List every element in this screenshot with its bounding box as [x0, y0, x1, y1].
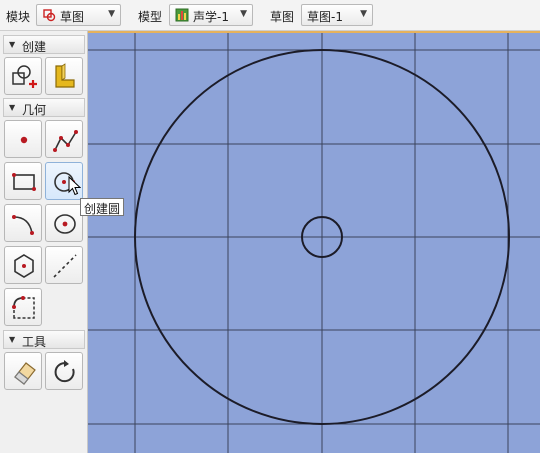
collapse-caret-icon: ▼ [9, 103, 16, 112]
construction-line-icon [53, 254, 77, 278]
top-toolbar: 模块 草图 ▼ 模型 声学-1 ▼ 草图 草图-1 ▼ [0, 0, 540, 31]
center-circle-tool-button[interactable] [45, 204, 83, 242]
section-header-geometry[interactable]: ▼ 几何 [3, 98, 85, 117]
center-circle-icon [54, 214, 76, 234]
module-label: 模块 [6, 10, 31, 24]
section-header-tools[interactable]: ▼ 工具 [3, 330, 85, 349]
sketch-select-value: 草图-1 [307, 10, 343, 24]
chevron-down-icon: ▼ [360, 9, 367, 19]
eraser-icon [14, 362, 36, 385]
sketch-label: 草图 [270, 10, 295, 24]
sketch-canvas[interactable] [88, 31, 540, 453]
chevron-down-icon: ▼ [240, 9, 247, 19]
point-tool-button[interactable] [4, 120, 42, 158]
fillet-tool-button[interactable] [4, 288, 42, 326]
arc-tool-button[interactable] [4, 204, 42, 242]
cursor-icon [68, 176, 81, 196]
model-label: 模型 [138, 10, 163, 24]
tool-palette: ▼ 创建 ▼ 几何 ▼ 工具 [0, 31, 88, 453]
model-select[interactable]: 声学-1 ▼ [169, 4, 253, 26]
sketch-select[interactable]: 草图-1 ▼ [301, 4, 373, 26]
polyline-icon [53, 130, 78, 152]
sketch-module-icon [43, 9, 56, 22]
chevron-down-icon: ▼ [108, 9, 115, 19]
fillet-icon [12, 296, 35, 319]
point-icon [20, 136, 28, 144]
collapse-caret-icon: ▼ [9, 335, 16, 344]
tool-tooltip: 创建圆 [80, 198, 125, 216]
section-title: 创建 [22, 40, 47, 54]
regenerate-tool-button[interactable] [45, 352, 83, 390]
section-title: 几何 [22, 103, 47, 117]
create-part-button[interactable] [45, 57, 83, 95]
section-title: 工具 [22, 335, 47, 349]
model-select-value: 声学-1 [193, 10, 229, 24]
polygon-tool-button[interactable] [4, 246, 42, 284]
collapse-caret-icon: ▼ [9, 40, 16, 49]
arc-icon [12, 215, 34, 235]
section-header-create[interactable]: ▼ 创建 [3, 35, 85, 54]
part-l-icon [55, 63, 75, 88]
module-select-value: 草图 [60, 10, 85, 24]
model-icon [175, 8, 189, 22]
hexagon-icon [14, 254, 34, 278]
sketch-graphics [88, 33, 540, 453]
rectangle-tool-button[interactable] [4, 162, 42, 200]
rectangle-icon [12, 173, 36, 191]
create-sketch-button[interactable] [4, 57, 42, 95]
module-select[interactable]: 草图 ▼ [36, 4, 121, 26]
refresh-icon [54, 360, 75, 383]
erase-tool-button[interactable] [4, 352, 42, 390]
construction-line-tool-button[interactable] [45, 246, 83, 284]
polyline-tool-button[interactable] [45, 120, 83, 158]
sketch-shape-icon [12, 65, 37, 88]
